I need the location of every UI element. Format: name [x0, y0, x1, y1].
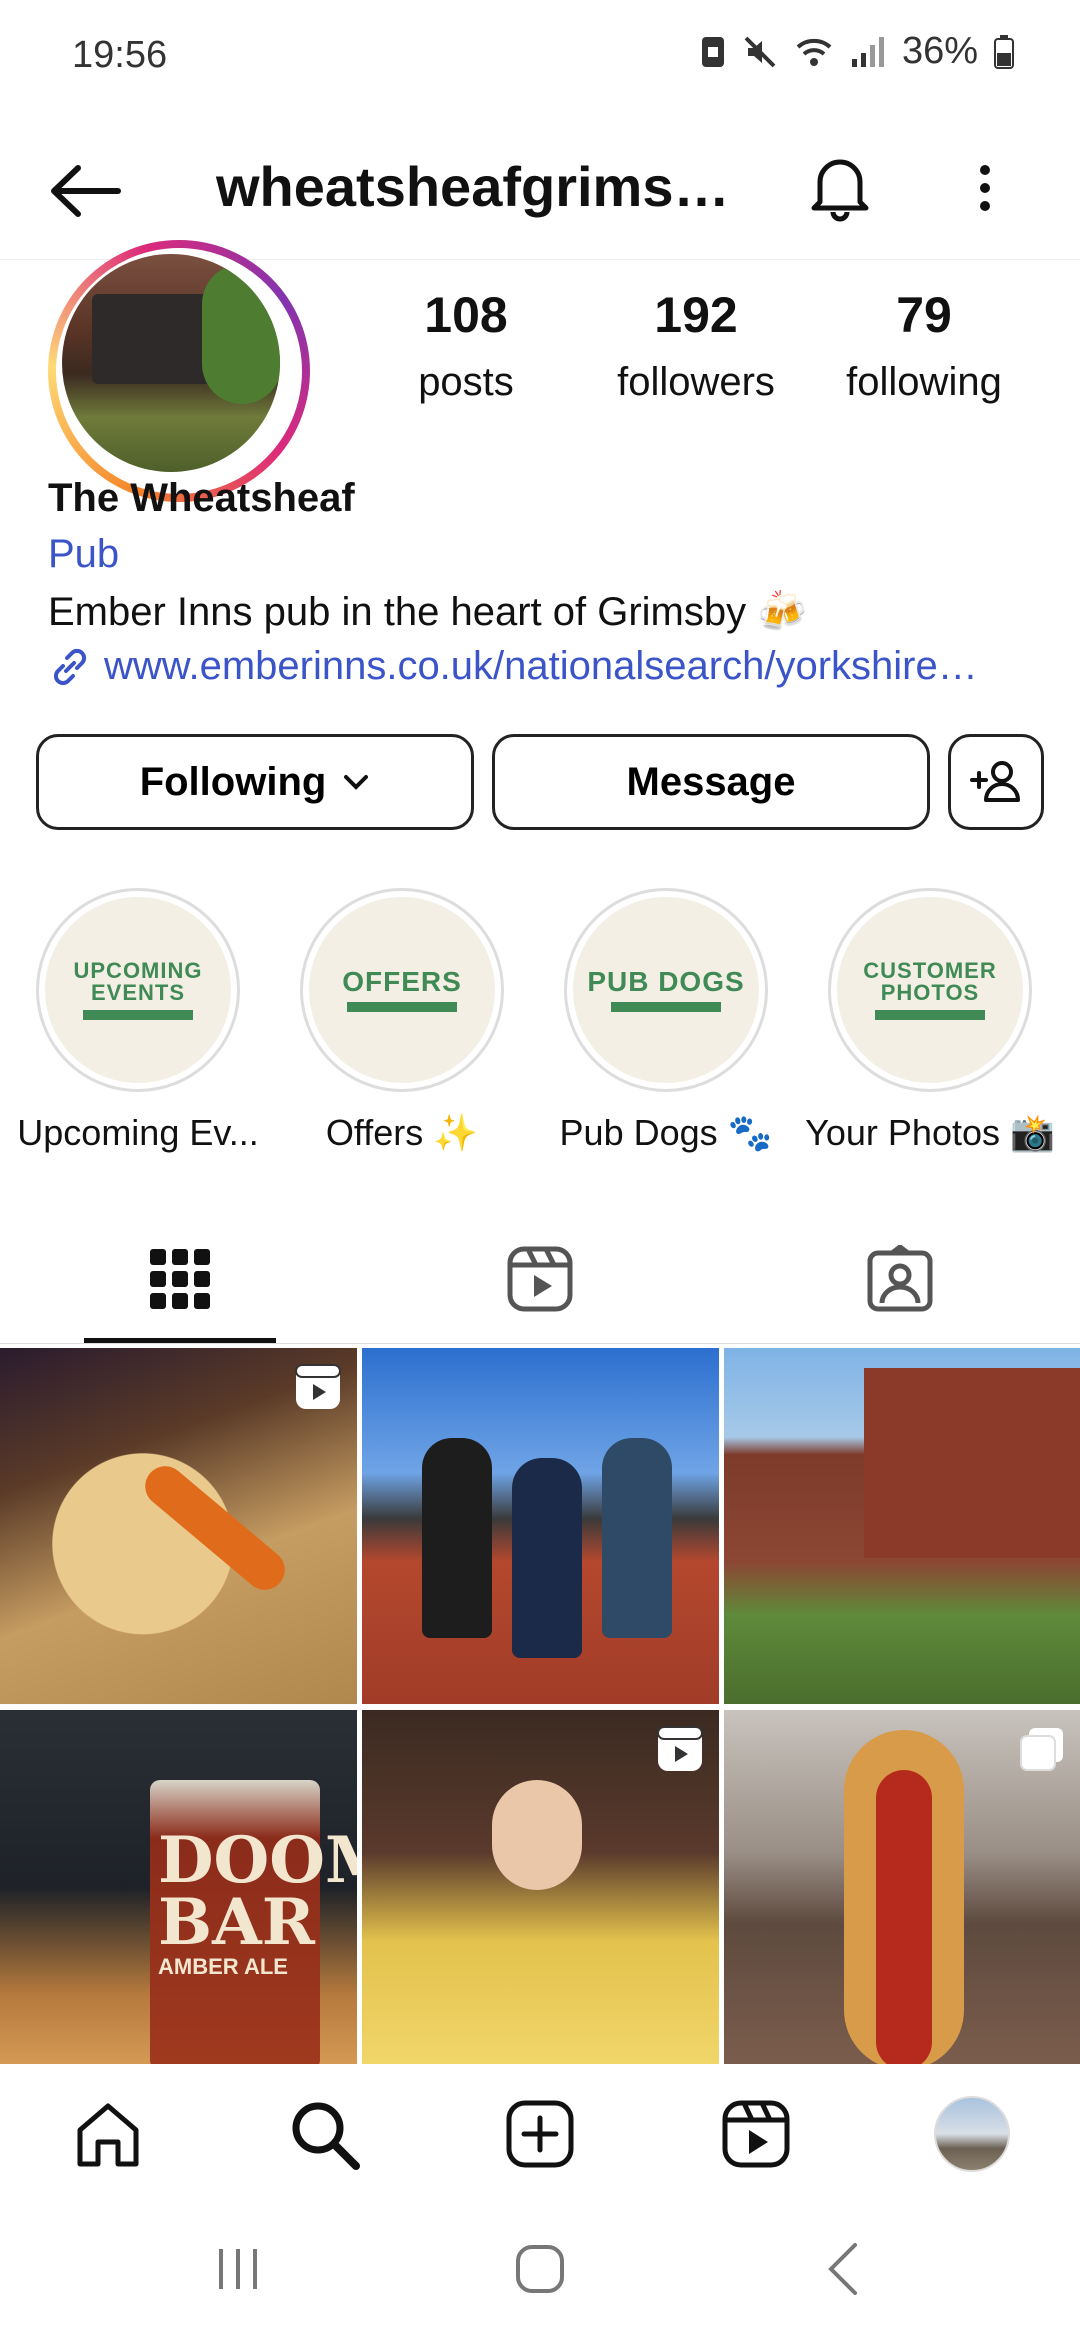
highlight-cover: CUSTOMER PHOTOS	[837, 897, 1023, 1083]
more-options-button[interactable]	[960, 148, 1010, 228]
posts-grid: DOOM BAR AMBER ALE	[0, 1348, 1080, 2066]
chevron-left-icon	[828, 2243, 857, 2295]
sim-lock-icon	[701, 36, 724, 67]
home-icon	[77, 2103, 139, 2167]
message-button[interactable]: Message	[492, 734, 930, 830]
post-thumbnail-hotdog[interactable]	[724, 1710, 1080, 2066]
reel-indicator-icon	[657, 1726, 703, 1771]
chevron-down-icon	[344, 775, 369, 790]
profile-avatar	[62, 254, 280, 472]
nav-profile[interactable]	[932, 2094, 1012, 2174]
back-arrow-icon	[51, 165, 121, 217]
search-icon	[292, 2102, 360, 2170]
tab-reels[interactable]	[360, 1214, 720, 1344]
post-thumbnail-runners[interactable]	[362, 1348, 719, 1704]
status-time: 19:56	[72, 34, 168, 76]
posts-label: posts	[418, 360, 514, 404]
glass-text-bar: BAR	[158, 1885, 315, 1960]
nav-create[interactable]	[500, 2094, 580, 2174]
nav-home[interactable]	[68, 2094, 148, 2174]
bell-icon	[811, 159, 869, 222]
profile-bio: Ember Inns pub in the heart of Grimsby 🍻	[48, 590, 808, 634]
profile-avatar-story-ring[interactable]	[48, 240, 310, 502]
post-thumbnail-pub-garden[interactable]	[724, 1348, 1080, 1704]
profile-username: wheatsheafgrims…	[216, 155, 730, 218]
tab-active-indicator	[84, 1338, 276, 1343]
glass-text-amber-ale: AMBER ALE	[158, 1954, 288, 1979]
post-thumbnail-food-plate[interactable]	[0, 1348, 357, 1704]
following-button[interactable]: Following	[36, 734, 474, 830]
followers-count[interactable]: 192 followers	[586, 286, 806, 405]
highlight-label: Your Photos 📸	[805, 1112, 1055, 1153]
system-back-button[interactable]	[804, 2234, 884, 2304]
nav-reels[interactable]	[716, 2094, 796, 2174]
profile-display-name: The Wheatsheaf	[48, 476, 355, 520]
home-button[interactable]	[500, 2234, 580, 2304]
following-label: following	[846, 360, 1002, 404]
message-button-label: Message	[626, 759, 796, 804]
highlight-cover: OFFERS	[309, 897, 495, 1083]
following-count[interactable]: 79 following	[814, 286, 1034, 405]
suggested-accounts-button[interactable]	[948, 734, 1044, 830]
tagged-icon	[867, 1245, 933, 1312]
reel-indicator-icon	[295, 1364, 341, 1409]
carousel-indicator-icon	[1020, 1728, 1063, 1771]
status-icons: 36%	[700, 30, 1014, 73]
profile-avatar	[934, 2096, 1010, 2172]
highlight-cover: PUB DOGS	[573, 897, 759, 1083]
back-button[interactable]	[46, 156, 126, 226]
reels-icon	[507, 1246, 573, 1312]
signal-icon	[851, 36, 884, 67]
glass-text-doom: DOOM	[158, 1823, 357, 1898]
home-square-icon	[516, 2245, 564, 2293]
more-vertical-icon	[980, 165, 990, 211]
profile-category[interactable]: Pub	[48, 532, 119, 577]
profile-header: wheatsheafgrims…	[0, 118, 1080, 260]
highlight-label: Pub Dogs 🐾	[559, 1112, 773, 1153]
battery-percent: 36%	[901, 30, 978, 72]
highlight-cover: UPCOMING EVENTS	[45, 897, 231, 1083]
recent-apps-button[interactable]	[198, 2234, 278, 2304]
create-icon	[506, 2100, 574, 2168]
recent-apps-icon	[219, 2249, 257, 2289]
followers-number: 192	[654, 287, 738, 343]
system-navigation-bar	[0, 2194, 1080, 2340]
highlight-your-photos[interactable]: CUSTOMER PHOTOS Your Photos 📸	[798, 888, 1062, 1154]
nav-search[interactable]	[284, 2094, 364, 2174]
website-link-text: www.emberinns.co.uk/nationalsearch/yorks…	[104, 644, 978, 688]
followers-label: followers	[617, 360, 775, 404]
add-user-icon	[970, 761, 1020, 802]
post-thumbnail-belle[interactable]	[362, 1710, 719, 2066]
following-number: 79	[896, 287, 952, 343]
post-thumbnail-doom-bar[interactable]: DOOM BAR AMBER ALE	[0, 1710, 357, 2066]
bottom-navigation	[0, 2064, 1080, 2194]
posts-number: 108	[424, 287, 508, 343]
link-icon	[53, 648, 87, 685]
profile-website-link[interactable]: www.emberinns.co.uk/nationalsearch/yorks…	[48, 644, 1038, 689]
battery-icon	[994, 34, 1014, 69]
following-button-label: Following	[139, 759, 327, 804]
highlight-offers[interactable]: OFFERS Offers ✨	[270, 888, 534, 1154]
notifications-button[interactable]	[800, 146, 880, 226]
grid-icon	[150, 1249, 210, 1309]
wifi-icon	[796, 38, 832, 66]
tab-posts-grid[interactable]	[0, 1214, 360, 1344]
status-bar: 19:56 36%	[0, 0, 1080, 118]
highlight-pub-dogs[interactable]: PUB DOGS Pub Dogs 🐾	[534, 888, 798, 1154]
profile-tabs	[0, 1214, 1080, 1344]
reels-icon	[722, 2100, 790, 2168]
highlight-label: Upcoming Ev...	[17, 1112, 259, 1153]
mute-icon	[744, 36, 776, 67]
highlight-upcoming-events[interactable]: UPCOMING EVENTS Upcoming Ev...	[6, 888, 270, 1154]
highlight-label: Offers ✨	[325, 1112, 479, 1153]
posts-count[interactable]: 108 posts	[356, 286, 576, 405]
tab-tagged[interactable]	[720, 1214, 1080, 1344]
